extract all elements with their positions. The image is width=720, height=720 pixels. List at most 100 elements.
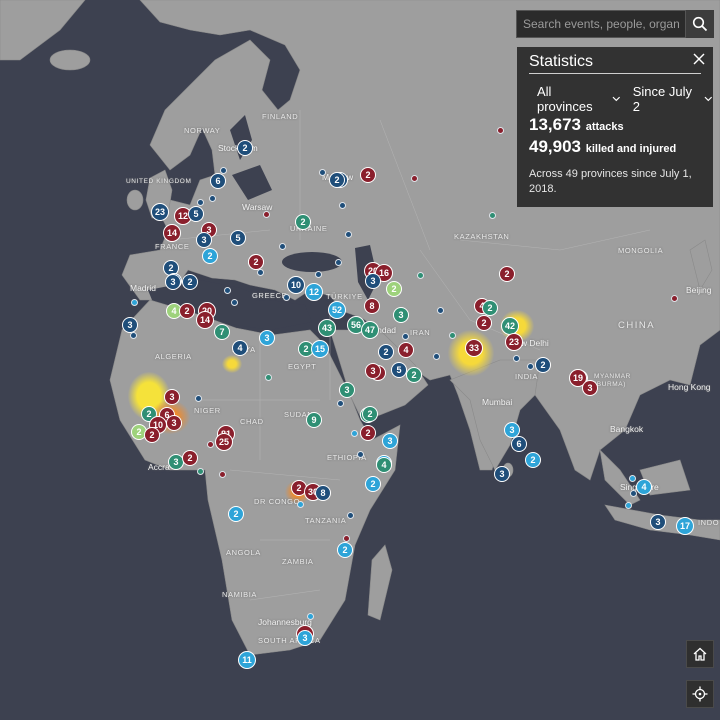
event-dot[interactable] <box>194 394 202 402</box>
event-cluster-marker[interactable]: 2 <box>237 140 253 156</box>
event-cluster-marker[interactable]: 42 <box>501 317 519 335</box>
search-button[interactable] <box>686 10 714 38</box>
event-dot[interactable] <box>262 210 270 218</box>
event-cluster-marker[interactable]: 4 <box>376 457 392 473</box>
event-cluster-marker[interactable]: 6 <box>511 436 527 452</box>
event-cluster-marker[interactable]: 11 <box>238 651 256 669</box>
event-cluster-marker[interactable]: 9 <box>306 412 322 428</box>
event-cluster-marker[interactable]: 3 <box>259 330 275 346</box>
event-dot[interactable] <box>628 474 636 482</box>
event-dot[interactable] <box>314 270 322 278</box>
event-cluster-marker[interactable]: 14 <box>163 224 181 242</box>
event-cluster-marker[interactable]: 3 <box>582 380 598 396</box>
event-cluster-marker[interactable]: 25 <box>215 433 233 451</box>
event-cluster-marker[interactable]: 3 <box>164 389 180 405</box>
event-cluster-marker[interactable]: 33 <box>465 339 483 357</box>
event-cluster-marker[interactable]: 10 <box>287 276 305 294</box>
event-cluster-marker[interactable]: 3 <box>494 466 510 482</box>
event-dot[interactable] <box>218 470 226 478</box>
event-cluster-marker[interactable]: 2 <box>365 476 381 492</box>
event-cluster-marker[interactable]: 2 <box>525 452 541 468</box>
event-dot[interactable] <box>219 166 227 174</box>
event-cluster-marker[interactable]: 2 <box>144 427 160 443</box>
event-cluster-marker[interactable]: 3 <box>339 382 355 398</box>
close-icon[interactable] <box>691 51 707 67</box>
event-dot[interactable] <box>223 286 231 294</box>
event-cluster-marker[interactable]: 2 <box>360 167 376 183</box>
event-dot[interactable] <box>206 440 214 448</box>
locate-button[interactable] <box>686 680 714 708</box>
event-cluster-marker[interactable]: 2 <box>182 274 198 290</box>
event-cluster-marker[interactable]: 47 <box>361 321 379 339</box>
event-dot[interactable] <box>342 534 350 542</box>
event-dot[interactable] <box>448 331 456 339</box>
event-cluster-marker[interactable]: 3 <box>393 307 409 323</box>
event-cluster-marker[interactable]: 2 <box>362 406 378 422</box>
map-view[interactable]: NORWAY FINLAND Stockholm UNITED KINGDOM … <box>0 0 720 720</box>
event-cluster-marker[interactable]: 2 <box>360 425 376 441</box>
event-dot[interactable] <box>278 242 286 250</box>
event-cluster-marker[interactable]: 23 <box>151 203 169 221</box>
event-dot[interactable] <box>410 174 418 182</box>
event-dot[interactable] <box>230 298 238 306</box>
event-dot[interactable] <box>436 306 444 314</box>
event-cluster-marker[interactable]: 2 <box>378 344 394 360</box>
event-cluster-marker[interactable]: 2 <box>329 172 345 188</box>
event-cluster-marker[interactable]: 3 <box>297 630 313 646</box>
event-cluster-marker[interactable]: 2 <box>179 303 195 319</box>
event-dot[interactable] <box>256 268 264 276</box>
event-dot[interactable] <box>356 450 364 458</box>
event-cluster-marker[interactable]: 4 <box>636 479 652 495</box>
event-cluster-marker[interactable]: 52 <box>328 301 346 319</box>
event-cluster-marker[interactable]: 3 <box>122 317 138 333</box>
event-cluster-marker[interactable]: 4 <box>232 340 248 356</box>
event-cluster-marker[interactable]: 3 <box>365 273 381 289</box>
event-dot[interactable] <box>130 298 138 306</box>
province-filter-dropdown[interactable]: All provinces <box>537 84 621 114</box>
event-cluster-marker[interactable]: 5 <box>391 362 407 378</box>
event-dot[interactable] <box>488 211 496 219</box>
event-dot[interactable] <box>624 501 632 509</box>
event-cluster-marker[interactable]: 2 <box>476 315 492 331</box>
event-dot[interactable] <box>629 489 637 497</box>
event-dot[interactable] <box>670 294 678 302</box>
event-dot[interactable] <box>416 271 424 279</box>
event-cluster-marker[interactable]: 2 <box>202 248 218 264</box>
event-cluster-marker[interactable]: 7 <box>214 324 230 340</box>
event-dot[interactable] <box>512 354 520 362</box>
event-dot[interactable] <box>496 126 504 134</box>
event-dot[interactable] <box>338 201 346 209</box>
event-cluster-marker[interactable]: 5 <box>230 230 246 246</box>
event-cluster-marker[interactable]: 17 <box>676 517 694 535</box>
event-dot[interactable] <box>344 230 352 238</box>
event-dot[interactable] <box>334 258 342 266</box>
event-cluster-marker[interactable]: 2 <box>182 450 198 466</box>
event-dot[interactable] <box>196 467 204 475</box>
event-dot[interactable] <box>350 429 358 437</box>
event-cluster-marker[interactable]: 3 <box>166 415 182 431</box>
event-cluster-marker[interactable]: 5 <box>188 206 204 222</box>
event-cluster-marker[interactable]: 3 <box>165 274 181 290</box>
event-dot[interactable] <box>196 198 204 206</box>
event-cluster-marker[interactable]: 23 <box>505 333 523 351</box>
event-dot[interactable] <box>336 399 344 407</box>
event-cluster-marker[interactable]: 2 <box>228 506 244 522</box>
event-cluster-marker[interactable]: 8 <box>315 485 331 501</box>
event-cluster-marker[interactable]: 4 <box>398 342 414 358</box>
event-cluster-marker[interactable]: 14 <box>196 311 214 329</box>
event-cluster-marker[interactable]: 2 <box>386 281 402 297</box>
event-dot[interactable] <box>129 331 137 339</box>
event-cluster-marker[interactable]: 2 <box>482 300 498 316</box>
event-dot[interactable] <box>526 362 534 370</box>
event-cluster-marker[interactable]: 2 <box>248 254 264 270</box>
event-cluster-marker[interactable]: 2 <box>406 367 422 383</box>
event-cluster-marker[interactable]: 43 <box>318 319 336 337</box>
event-cluster-marker[interactable]: 3 <box>650 514 666 530</box>
event-cluster-marker[interactable]: 2 <box>337 542 353 558</box>
event-cluster-marker[interactable]: 3 <box>382 433 398 449</box>
event-cluster-marker[interactable]: 2 <box>499 266 515 282</box>
event-cluster-marker[interactable]: 3 <box>365 363 381 379</box>
date-filter-dropdown[interactable]: Since July 2 <box>633 84 713 114</box>
search-input[interactable] <box>516 10 686 38</box>
event-cluster-marker[interactable]: 15 <box>311 340 329 358</box>
